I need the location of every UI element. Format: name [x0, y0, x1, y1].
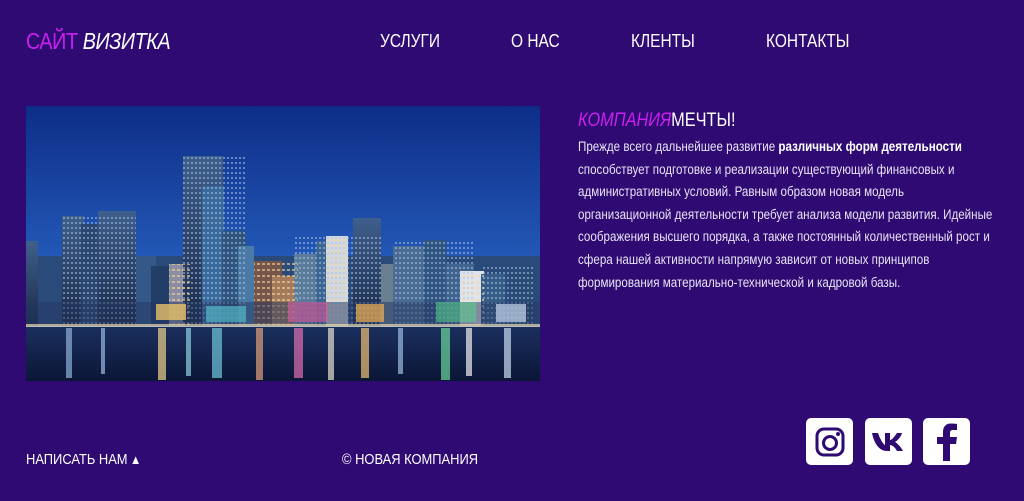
hero-city-image: [26, 106, 540, 381]
about-paragraph: Прежде всего дальнейшее развитие различн…: [578, 136, 998, 294]
about-text-after: способствует подготовке и реализации сущ…: [578, 161, 993, 290]
facebook-button[interactable]: [923, 418, 970, 465]
about-text-bold: различных форм деятельности: [778, 139, 962, 154]
logo-main-text: ВИЗИТКА: [82, 28, 171, 54]
instagram-icon: [815, 427, 844, 456]
nav-link-clients[interactable]: КЛЕНТЫ: [631, 31, 695, 52]
page: САЙТ ВИЗИТКА УСЛУГИ О НАС КЛЕНТЫ КОНТАКТ…: [0, 0, 1024, 501]
logo-accent-text: САЙТ: [26, 28, 78, 54]
write-us-label: НАПИСАТЬ НАМ: [26, 451, 128, 468]
about-title-main: МЕЧТЫ!: [671, 110, 736, 131]
arrow-up-icon: ▲: [130, 452, 142, 467]
nav-link-services[interactable]: УСЛУГИ: [380, 31, 440, 52]
instagram-button[interactable]: [806, 418, 853, 465]
about-title-accent: КОМПАНИЯ: [578, 110, 672, 131]
write-us-link[interactable]: НАПИСАТЬ НАМ ▲: [26, 451, 141, 468]
about-title: КОМПАНИЯМЕЧТЫ!: [578, 110, 956, 132]
vk-button[interactable]: [865, 418, 912, 465]
about-section: КОМПАНИЯМЕЧТЫ! Прежде всего дальнейшее р…: [578, 110, 1018, 294]
nav-link-about[interactable]: О НАС: [511, 31, 560, 52]
copyright-text: © НОВАЯ КОМПАНИЯ: [342, 451, 479, 468]
about-text-before: Прежде всего дальнейшее развитие: [578, 139, 779, 154]
site-logo[interactable]: САЙТ ВИЗИТКА: [26, 28, 171, 55]
vk-icon: [871, 432, 903, 451]
facebook-icon: [936, 423, 957, 461]
nav-link-contacts[interactable]: КОНТАКТЫ: [766, 31, 850, 52]
